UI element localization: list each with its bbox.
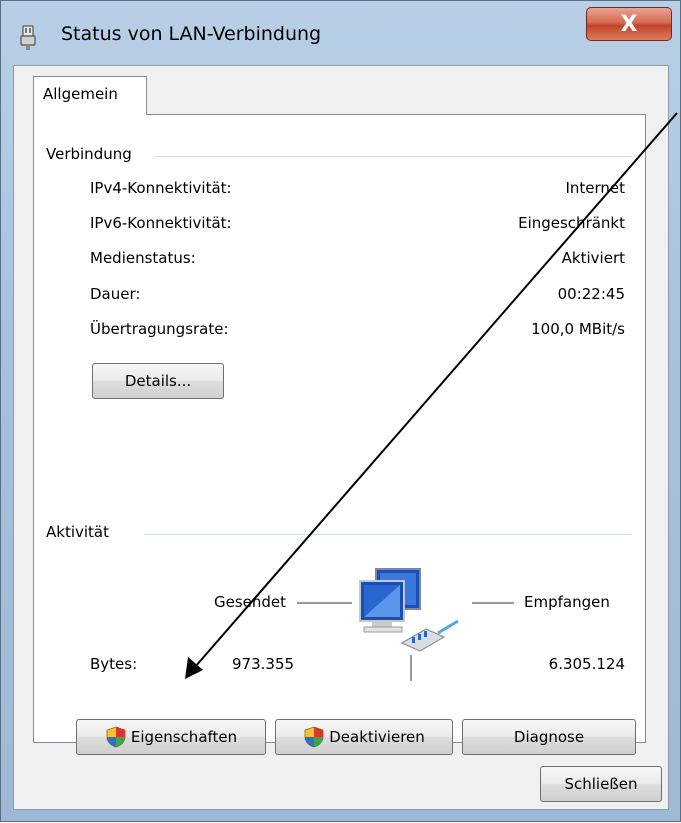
ipv6-label: IPv6-Konnektivität: xyxy=(90,214,232,232)
close-button[interactable]: Schließen xyxy=(540,766,662,802)
uac-shield-icon xyxy=(304,726,324,748)
sent-connector-line xyxy=(297,602,352,604)
close-icon: X xyxy=(620,11,638,37)
ipv4-value: Internet xyxy=(565,179,625,197)
media-status-label: Medienstatus: xyxy=(90,249,196,267)
activity-group-label: Aktivität xyxy=(46,523,117,541)
tab-allgemein[interactable]: Allgemein xyxy=(33,76,147,115)
network-computers-icon xyxy=(359,568,459,652)
uac-shield-icon xyxy=(106,726,126,748)
media-status-value: Aktiviert xyxy=(561,249,625,267)
network-adapter-icon xyxy=(20,25,36,50)
connection-group-divider xyxy=(154,156,632,157)
activity-group-divider xyxy=(144,534,632,535)
bytes-divider xyxy=(410,655,412,681)
duration-value: 00:22:45 xyxy=(557,285,625,303)
properties-button-label: Eigenschaften xyxy=(130,728,238,746)
sent-label: Gesendet xyxy=(214,593,287,611)
duration-label: Dauer: xyxy=(90,285,141,303)
dialog-window: Status von LAN-Verbindung X Allgemein Ve… xyxy=(0,0,681,822)
bytes-sent-value: 973.355 xyxy=(232,655,295,673)
details-button[interactable]: Details... xyxy=(92,363,224,399)
bytes-received-value: 6.305.124 xyxy=(548,655,625,673)
diagnose-button[interactable]: Diagnose xyxy=(462,719,636,755)
received-connector-line xyxy=(472,602,514,604)
close-window-button[interactable]: X xyxy=(586,7,672,41)
deactivate-button-label: Deaktivieren xyxy=(329,728,425,746)
properties-button[interactable]: Eigenschaften xyxy=(76,719,266,755)
bytes-label: Bytes: xyxy=(90,655,138,673)
ipv4-label: IPv4-Konnektivität: xyxy=(90,179,232,197)
transfer-rate-value: 100,0 MBit/s xyxy=(531,320,625,338)
connection-group-label: Verbindung xyxy=(46,145,140,163)
received-label: Empfangen xyxy=(524,593,610,611)
transfer-rate-label: Übertragungsrate: xyxy=(90,320,229,338)
window-title: Status von LAN-Verbindung xyxy=(61,23,322,45)
deactivate-button[interactable]: Deaktivieren xyxy=(275,719,453,755)
ipv6-value: Eingeschränkt xyxy=(518,214,625,232)
dialog-client-area: Allgemein Verbindung IPv4-Konnektivität:… xyxy=(13,65,669,810)
title-bar[interactable]: Status von LAN-Verbindung X xyxy=(1,1,681,65)
tab-panel-general: Verbindung IPv4-Konnektivität: Internet … xyxy=(33,114,646,755)
